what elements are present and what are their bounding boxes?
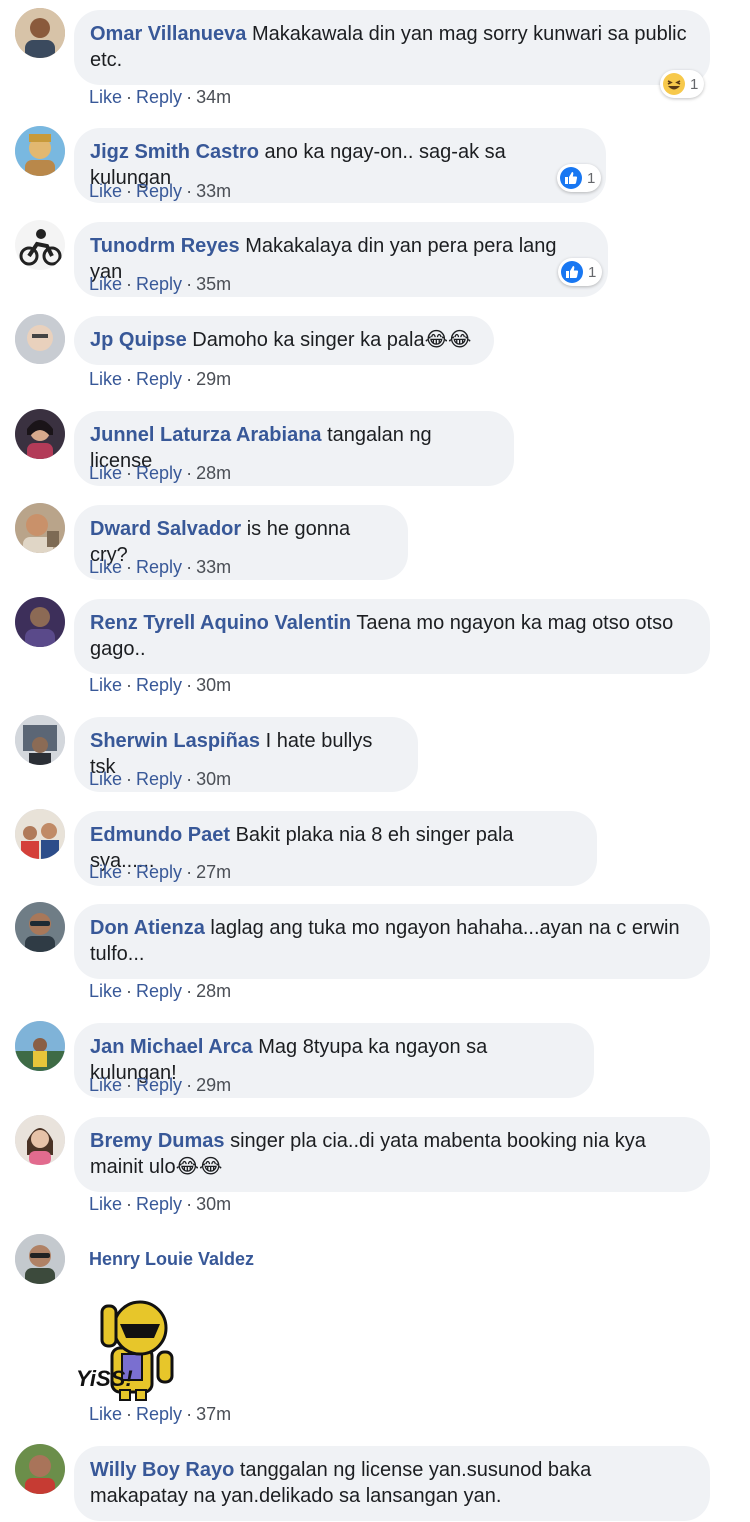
comment-actions: Like · Reply · 37m <box>89 1404 232 1424</box>
author-name[interactable]: Jp Quipse <box>90 329 187 351</box>
like-link[interactable]: Like <box>89 1194 122 1214</box>
reply-link[interactable]: Reply <box>136 557 182 577</box>
author-name[interactable]: Tunodrm Reyes <box>90 235 240 257</box>
reaction-badge[interactable]: 1 <box>660 70 705 98</box>
timestamp[interactable]: 27m <box>196 862 231 882</box>
author-name[interactable]: Dward Salvador <box>90 518 241 540</box>
comment-actions: Like · Reply · 35m <box>89 274 232 294</box>
reaction-badge[interactable]: 1 <box>558 258 603 286</box>
avatar[interactable] <box>15 1444 65 1494</box>
timestamp[interactable]: 30m <box>196 769 231 789</box>
timestamp[interactable]: 33m <box>196 181 231 201</box>
timestamp[interactable]: 30m <box>196 675 231 695</box>
timestamp[interactable]: 28m <box>196 981 231 1001</box>
timestamp[interactable]: 37m <box>196 1404 231 1424</box>
reply-link[interactable]: Reply <box>136 369 182 389</box>
avatar[interactable] <box>15 220 65 270</box>
comment-actions: Like · Reply · 29m <box>89 1075 232 1095</box>
reply-link[interactable]: Reply <box>136 981 182 1001</box>
like-link[interactable]: Like <box>89 369 122 389</box>
like-link[interactable]: Like <box>89 675 122 695</box>
sticker-caption: YiSS! <box>76 1366 133 1391</box>
reaction-count: 1 <box>588 263 597 281</box>
like-link[interactable]: Like <box>89 1404 122 1424</box>
avatar[interactable] <box>15 503 65 553</box>
author-name[interactable]: Sherwin Laspiñas <box>90 730 260 752</box>
timestamp[interactable]: 28m <box>196 463 231 483</box>
author-name[interactable]: Junnel Laturza Arabiana <box>90 424 322 446</box>
comment-actions: Like · Reply · 28m <box>89 981 232 1001</box>
reaction-count: 1 <box>587 169 596 187</box>
comment-bubble: Willy Boy Rayo tanggalan ng license yan.… <box>74 1446 710 1521</box>
reply-link[interactable]: Reply <box>136 1194 182 1214</box>
comment-actions: Like · Reply · 34m <box>89 87 232 107</box>
timestamp[interactable]: 33m <box>196 557 231 577</box>
avatar[interactable] <box>15 314 65 364</box>
avatar[interactable] <box>15 1021 65 1071</box>
like-icon <box>560 260 584 284</box>
like-link[interactable]: Like <box>89 463 122 483</box>
haha-icon <box>662 72 686 96</box>
reaction-count: 1 <box>690 75 699 93</box>
comment-actions: Like · Reply · 27m <box>89 862 232 882</box>
avatar[interactable] <box>15 409 65 459</box>
author-name[interactable]: Bremy Dumas <box>90 1130 225 1152</box>
avatar[interactable] <box>15 809 65 859</box>
author-name[interactable]: Renz Tyrell Aquino Valentin <box>90 612 351 634</box>
comment-bubble: Renz Tyrell Aquino Valentin Taena mo nga… <box>74 599 710 674</box>
reaction-badge[interactable]: 1 <box>557 164 602 192</box>
reply-link[interactable]: Reply <box>136 274 182 294</box>
author-name[interactable]: Omar Villanueva <box>90 23 246 45</box>
comment-actions: Like · Reply · 30m <box>89 1194 232 1214</box>
timestamp[interactable]: 29m <box>196 1075 231 1095</box>
like-link[interactable]: Like <box>89 862 122 882</box>
reply-link[interactable]: Reply <box>136 862 182 882</box>
avatar[interactable] <box>15 1115 65 1165</box>
comment-bubble: Don Atienza laglag ang tuka mo ngayon ha… <box>74 904 710 979</box>
comment-text: Damoho ka singer ka pala😂😂 <box>192 329 472 351</box>
comment-actions: Like · Reply · 30m <box>89 769 232 789</box>
reply-link[interactable]: Reply <box>136 463 182 483</box>
author-name[interactable]: Don Atienza <box>90 917 205 939</box>
reply-link[interactable]: Reply <box>136 769 182 789</box>
reply-link[interactable]: Reply <box>136 675 182 695</box>
reply-link[interactable]: Reply <box>136 1404 182 1424</box>
like-link[interactable]: Like <box>89 181 122 201</box>
comment-actions: Like · Reply · 28m <box>89 463 232 483</box>
author-name[interactable]: Jigz Smith Castro <box>90 141 259 163</box>
comment-actions: Like · Reply · 29m <box>89 369 232 389</box>
sticker[interactable]: YiSS! <box>74 1292 198 1402</box>
comment-actions: Like · Reply · 33m <box>89 557 232 577</box>
author-name[interactable]: Henry Louie Valdez <box>89 1248 254 1270</box>
like-link[interactable]: Like <box>89 1075 122 1095</box>
reply-link[interactable]: Reply <box>136 1075 182 1095</box>
avatar[interactable] <box>15 597 65 647</box>
like-icon <box>559 166 583 190</box>
avatar[interactable] <box>15 8 65 58</box>
comment-actions: Like · Reply · 30m <box>89 675 232 695</box>
like-link[interactable]: Like <box>89 274 122 294</box>
timestamp[interactable]: 34m <box>196 87 231 107</box>
like-link[interactable]: Like <box>89 87 122 107</box>
reply-link[interactable]: Reply <box>136 87 182 107</box>
timestamp[interactable]: 30m <box>196 1194 231 1214</box>
timestamp[interactable]: 29m <box>196 369 231 389</box>
reply-link[interactable]: Reply <box>136 181 182 201</box>
comment-bubble: Jp Quipse Damoho ka singer ka pala😂😂 <box>74 316 494 365</box>
author-name[interactable]: Jan Michael Arca <box>90 1036 253 1058</box>
avatar[interactable] <box>15 126 65 176</box>
comment-bubble: Bremy Dumas singer pla cia..di yata mabe… <box>74 1117 710 1192</box>
like-link[interactable]: Like <box>89 769 122 789</box>
timestamp[interactable]: 35m <box>196 274 231 294</box>
avatar[interactable] <box>15 1234 65 1284</box>
like-link[interactable]: Like <box>89 981 122 1001</box>
avatar[interactable] <box>15 715 65 765</box>
like-link[interactable]: Like <box>89 557 122 577</box>
avatar[interactable] <box>15 902 65 952</box>
author-name[interactable]: Edmundo Paet <box>90 824 230 846</box>
comment-actions: Like · Reply · 33m <box>89 181 232 201</box>
comment-bubble: Omar Villanueva Makakawala din yan mag s… <box>74 10 710 85</box>
author-name[interactable]: Willy Boy Rayo <box>90 1459 234 1481</box>
